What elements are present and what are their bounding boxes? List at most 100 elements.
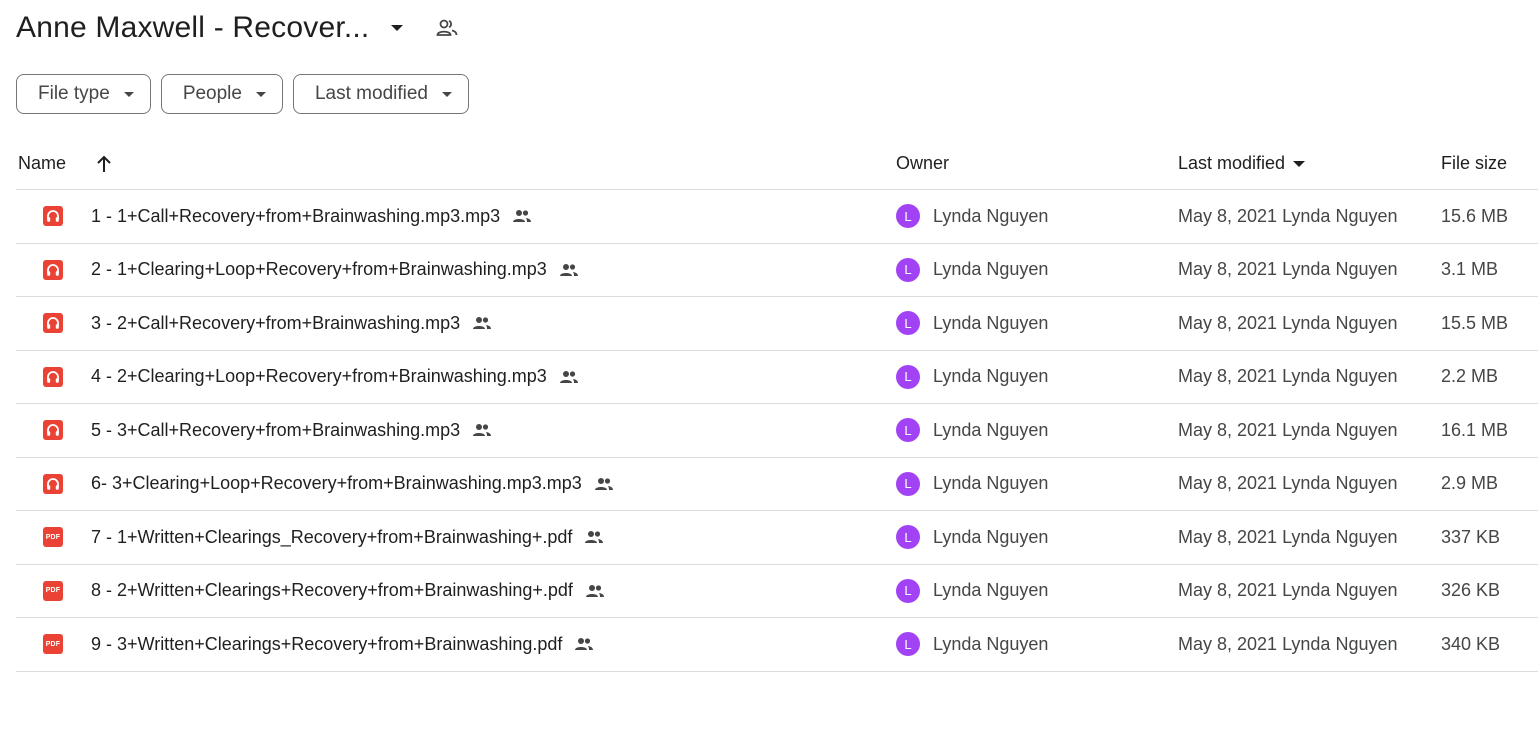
modified-text: May 8, 2021 Lynda Nguyen — [1178, 312, 1398, 333]
filter-label: Last modified — [314, 83, 428, 104]
avatar[interactable]: L — [896, 257, 920, 282]
avatar[interactable]: L — [896, 311, 920, 336]
last-modified-cell: May 8, 2021 Lynda Nguyen — [1178, 190, 1397, 243]
avatar[interactable]: L — [896, 204, 920, 229]
owner-name: Lynda Nguyen — [933, 259, 1049, 280]
file-name[interactable]: 1 - 1+Call+Recovery+from+Brainwashing.mp… — [91, 206, 500, 227]
owner-name: Lynda Nguyen — [933, 526, 1049, 547]
headphones-icon — [43, 473, 63, 494]
table-row[interactable]: 4 - 2+Clearing+Loop+Recovery+from+Brainw… — [16, 351, 1538, 404]
file-name-cell[interactable]: 4 - 2+Clearing+Loop+Recovery+from+Brainw… — [91, 351, 579, 404]
table-row[interactable]: PDF 9 - 3+Written+Clearings+Recovery+from… — [16, 618, 1538, 672]
shared-icon — [594, 477, 614, 491]
file-size: 15.6 MB — [1441, 205, 1509, 226]
name-column-header[interactable]: Name — [18, 153, 112, 174]
file-name[interactable]: 8 - 2+Written+Clearings+Recovery+from+Br… — [91, 580, 573, 601]
file-icon-cell — [43, 404, 63, 457]
owner-cell: L Lynda Nguyen — [896, 244, 1048, 297]
file-icon-cell: PDF — [43, 618, 63, 671]
shared-folder-icon[interactable] — [435, 16, 459, 40]
headphones-icon — [43, 366, 63, 387]
avatar[interactable]: L — [896, 632, 920, 657]
table-row[interactable]: 2 - 1+Clearing+Loop+Recovery+from+Brainw… — [16, 244, 1538, 297]
owner-column-header[interactable]: Owner — [896, 153, 949, 174]
last-modified-cell: May 8, 2021 Lynda Nguyen — [1178, 618, 1397, 671]
file-name-cell[interactable]: 3 - 2+Call+Recovery+from+Brainwashing.mp… — [91, 297, 492, 350]
pdf-icon-label: PDF — [45, 587, 61, 595]
owner-cell: L Lynda Nguyen — [896, 190, 1048, 243]
last-modified-column-header[interactable]: Last modified — [1178, 153, 1306, 174]
modified-text: May 8, 2021 Lynda Nguyen — [1178, 580, 1398, 601]
file-name-cell[interactable]: 5 - 3+Call+Recovery+from+Brainwashing.mp… — [91, 404, 492, 457]
file-icon-cell: PDF — [43, 565, 63, 618]
file-size-cell: 340 KB — [1441, 618, 1500, 671]
avatar[interactable]: L — [896, 578, 920, 603]
file-size-cell: 15.6 MB — [1441, 190, 1508, 243]
filter-bar: File type People Last modified — [16, 74, 469, 114]
table-row[interactable]: 5 - 3+Call+Recovery+from+Brainwashing.mp… — [16, 404, 1538, 458]
sort-descending-caret-icon — [1293, 160, 1306, 167]
shared-icon — [512, 209, 532, 223]
pdf-icon: PDF — [43, 527, 63, 548]
file-name[interactable]: 4 - 2+Clearing+Loop+Recovery+from+Brainw… — [91, 366, 547, 387]
owner-cell: L Lynda Nguyen — [896, 297, 1048, 350]
modified-text: May 8, 2021 Lynda Nguyen — [1178, 419, 1398, 440]
shared-icon — [472, 316, 492, 330]
people-filter[interactable]: People — [160, 74, 283, 114]
last-modified-cell: May 8, 2021 Lynda Nguyen — [1178, 565, 1397, 618]
file-size: 326 KB — [1441, 580, 1501, 601]
column-label: Owner — [896, 153, 950, 173]
file-icon-cell — [43, 351, 63, 404]
last-modified-filter[interactable]: Last modified — [292, 74, 469, 114]
file-name-cell[interactable]: 6- 3+Clearing+Loop+Recovery+from+Brainwa… — [91, 458, 614, 511]
headphones-icon — [43, 206, 63, 227]
file-size-cell: 2.9 MB — [1441, 458, 1498, 511]
file-name-cell[interactable]: 7 - 1+Written+Clearings_Recovery+from+Br… — [91, 511, 604, 564]
modified-text: May 8, 2021 Lynda Nguyen — [1178, 259, 1398, 280]
file-name[interactable]: 6- 3+Clearing+Loop+Recovery+from+Brainwa… — [91, 473, 582, 494]
avatar[interactable]: L — [896, 364, 920, 389]
file-name-cell[interactable]: 8 - 2+Written+Clearings+Recovery+from+Br… — [91, 565, 605, 618]
file-name[interactable]: 3 - 2+Call+Recovery+from+Brainwashing.mp… — [91, 313, 460, 334]
file-name-cell[interactable]: 2 - 1+Clearing+Loop+Recovery+from+Brainw… — [91, 244, 579, 297]
file-type-filter[interactable]: File type — [16, 74, 151, 114]
folder-title[interactable]: Anne Maxwell - Recover... — [16, 11, 369, 45]
owner-cell: L Lynda Nguyen — [896, 404, 1048, 457]
avatar[interactable]: L — [896, 471, 920, 496]
table-row[interactable]: PDF 8 - 2+Written+Clearings+Recovery+from… — [16, 565, 1538, 618]
caret-down-icon — [391, 25, 404, 31]
owner-cell: L Lynda Nguyen — [896, 351, 1048, 404]
table-row[interactable]: 3 - 2+Call+Recovery+from+Brainwashing.mp… — [16, 297, 1538, 351]
column-label: Last modified — [1178, 153, 1286, 173]
table-row[interactable]: 6- 3+Clearing+Loop+Recovery+from+Brainwa… — [16, 458, 1538, 511]
file-list: Name Owner Last modified File size 1 - 1… — [16, 138, 1538, 672]
file-icon-cell — [43, 244, 63, 297]
table-row[interactable]: PDF 7 - 1+Written+Clearings_Recovery+from… — [16, 511, 1538, 565]
file-name-cell[interactable]: 1 - 1+Call+Recovery+from+Brainwashing.mp… — [91, 190, 532, 243]
last-modified-cell: May 8, 2021 Lynda Nguyen — [1178, 244, 1397, 297]
file-icon-cell — [43, 190, 63, 243]
last-modified-cell: May 8, 2021 Lynda Nguyen — [1178, 297, 1397, 350]
last-modified-cell: May 8, 2021 Lynda Nguyen — [1178, 404, 1397, 457]
column-label: File size — [1441, 153, 1508, 173]
sort-ascending-arrow-icon[interactable] — [96, 155, 112, 173]
file-name[interactable]: 2 - 1+Clearing+Loop+Recovery+from+Brainw… — [91, 259, 547, 280]
owner-name: Lynda Nguyen — [933, 633, 1049, 654]
file-size-column-header[interactable]: File size — [1441, 153, 1507, 174]
column-label: Name — [18, 153, 67, 173]
file-size-cell: 337 KB — [1441, 511, 1500, 564]
file-name[interactable]: 5 - 3+Call+Recovery+from+Brainwashing.mp… — [91, 420, 460, 441]
file-name[interactable]: 9 - 3+Written+Clearings+Recovery+from+Br… — [91, 634, 562, 655]
file-name-cell[interactable]: 9 - 3+Written+Clearings+Recovery+from+Br… — [91, 618, 594, 671]
headphones-icon — [43, 313, 63, 334]
folder-menu-dropdown[interactable] — [383, 14, 411, 42]
file-rows: 1 - 1+Call+Recovery+from+Brainwashing.mp… — [16, 190, 1538, 672]
file-name[interactable]: 7 - 1+Written+Clearings_Recovery+from+Br… — [91, 527, 572, 548]
file-size: 3.1 MB — [1441, 259, 1499, 280]
headphones-icon — [43, 420, 63, 441]
file-icon-cell — [43, 297, 63, 350]
table-row[interactable]: 1 - 1+Call+Recovery+from+Brainwashing.mp… — [16, 190, 1538, 244]
modified-text: May 8, 2021 Lynda Nguyen — [1178, 205, 1398, 226]
avatar[interactable]: L — [896, 418, 920, 443]
avatar[interactable]: L — [896, 525, 920, 550]
